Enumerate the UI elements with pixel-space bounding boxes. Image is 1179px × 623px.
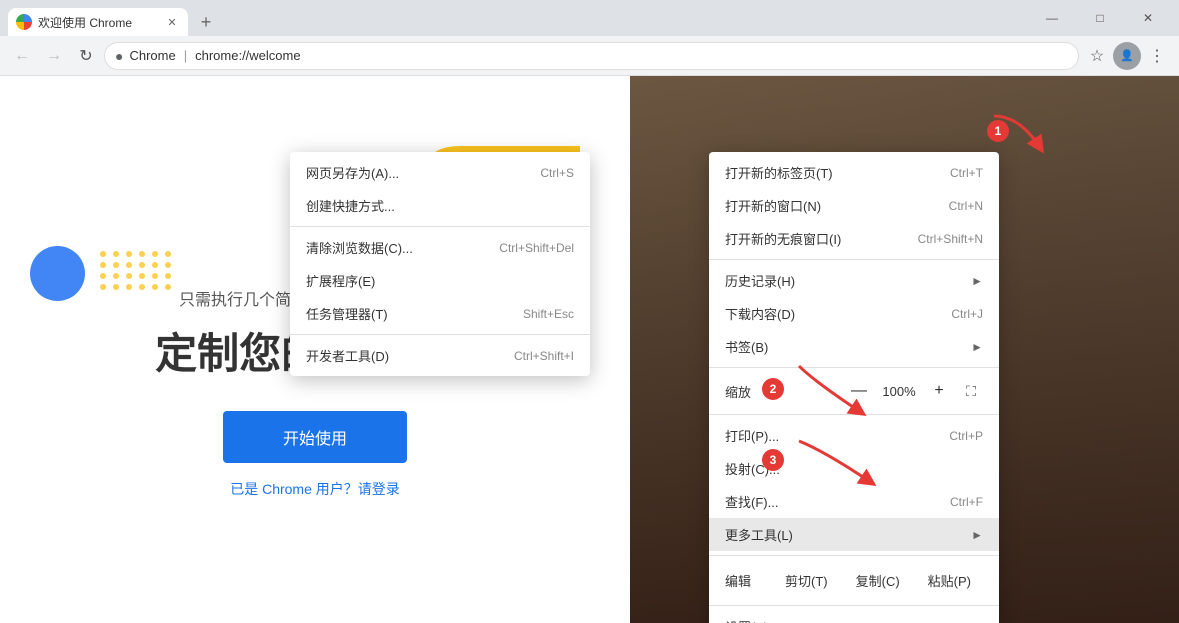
menu-item-zoom: 缩放 — 100% + ⛶ bbox=[709, 372, 999, 410]
menu-item-incognito[interactable]: 打开新的无痕窗口(I) Ctrl+Shift+N bbox=[709, 222, 999, 255]
menu-item-edit: 编辑 剪切(T) 复制(C) 粘贴(P) bbox=[709, 560, 999, 601]
cut-button[interactable]: 剪切(T) bbox=[773, 567, 840, 594]
zoom-plus-button[interactable]: + bbox=[927, 379, 951, 403]
new-tab-button[interactable]: + bbox=[192, 8, 220, 36]
address-bar[interactable]: ● Chrome | chrome://welcome bbox=[104, 42, 1079, 70]
toolbar-actions: ☆ 👤 ⋮ bbox=[1083, 42, 1171, 70]
menu-divider-5 bbox=[709, 605, 999, 606]
submenu-item-clear-data[interactable]: 清除浏览数据(C)... Ctrl+Shift+Del bbox=[290, 231, 590, 264]
maximize-button[interactable]: □ bbox=[1077, 0, 1123, 36]
page-content: 只需执行几个简单的步骤，即可完成浏 定制您的专属 Ch 开始使用 已是 Chro… bbox=[0, 76, 1179, 623]
submenu-item-extensions[interactable]: 扩展程序(E) bbox=[290, 264, 590, 297]
profile-button[interactable]: 👤 bbox=[1113, 42, 1141, 70]
annotation-badge-1: 1 bbox=[987, 120, 1009, 142]
close-button[interactable]: ✕ bbox=[1125, 0, 1171, 36]
annotation-badge-2: 2 bbox=[762, 378, 784, 400]
refresh-button[interactable]: ↻ bbox=[72, 42, 100, 70]
address-url: chrome://welcome bbox=[195, 48, 300, 63]
back-button[interactable]: ← bbox=[8, 42, 36, 70]
more-tools-arrow: ► bbox=[971, 528, 983, 542]
start-button[interactable]: 开始使用 bbox=[223, 411, 407, 463]
menu-item-new-window[interactable]: 打开新的窗口(N) Ctrl+N bbox=[709, 189, 999, 222]
menu-item-more-tools[interactable]: 更多工具(L) ► bbox=[709, 518, 999, 551]
menu-item-new-tab[interactable]: 打开新的标签页(T) Ctrl+T bbox=[709, 156, 999, 189]
tab-favicon bbox=[16, 14, 32, 30]
paste-button[interactable]: 粘贴(P) bbox=[916, 567, 983, 594]
tab-title: 欢迎使用 Chrome bbox=[38, 14, 158, 31]
browser-frame: 欢迎使用 Chrome ✕ + — □ ✕ ← → ↻ ● Chrome | c… bbox=[0, 0, 1179, 623]
menu-button[interactable]: ⋮ bbox=[1143, 42, 1171, 70]
tab-bar: 欢迎使用 Chrome ✕ + bbox=[8, 0, 1029, 36]
zoom-expand-button[interactable]: ⛶ bbox=[959, 379, 983, 403]
menu-divider-1 bbox=[709, 259, 999, 260]
zoom-minus-button[interactable]: — bbox=[847, 379, 871, 403]
submenu-item-task-manager[interactable]: 任务管理器(T) Shift+Esc bbox=[290, 297, 590, 330]
secure-icon: ● bbox=[115, 48, 123, 64]
menu-item-print[interactable]: 打印(P)... Ctrl+P bbox=[709, 419, 999, 452]
menu-item-cast[interactable]: 投射(C)... bbox=[709, 452, 999, 485]
zoom-control: — 100% + ⛶ bbox=[847, 379, 983, 403]
minimize-button[interactable]: — bbox=[1029, 0, 1075, 36]
submenu-divider-2 bbox=[290, 334, 590, 335]
menu-divider-3 bbox=[709, 414, 999, 415]
bookmark-button[interactable]: ☆ bbox=[1083, 42, 1111, 70]
menu-item-settings[interactable]: 设置(S) bbox=[709, 610, 999, 623]
menu-item-find[interactable]: 查找(F)... Ctrl+F bbox=[709, 485, 999, 518]
menu-item-history[interactable]: 历史记录(H) ► bbox=[709, 264, 999, 297]
title-bar: 欢迎使用 Chrome ✕ + — □ ✕ bbox=[0, 0, 1179, 36]
submenu-item-devtools[interactable]: 开发者工具(D) Ctrl+Shift+I bbox=[290, 339, 590, 372]
submenu-divider-1 bbox=[290, 226, 590, 227]
active-tab[interactable]: 欢迎使用 Chrome ✕ bbox=[8, 8, 188, 36]
dots-grid bbox=[100, 251, 173, 290]
zoom-label: 缩放 bbox=[725, 382, 751, 401]
blue-circle bbox=[30, 246, 85, 301]
bookmarks-arrow: ► bbox=[971, 340, 983, 354]
address-separator: | bbox=[184, 48, 187, 63]
window-controls: — □ ✕ bbox=[1029, 0, 1171, 36]
more-tools-submenu: 网页另存为(A)... Ctrl+S 创建快捷方式... 清除浏览数据(C)..… bbox=[290, 152, 590, 376]
login-link[interactable]: 已是 Chrome 用户？请登录 bbox=[230, 479, 400, 499]
menu-divider-4 bbox=[709, 555, 999, 556]
edit-label: 编辑 bbox=[725, 571, 751, 590]
tab-close-button[interactable]: ✕ bbox=[164, 14, 180, 30]
submenu-item-save-page[interactable]: 网页另存为(A)... Ctrl+S bbox=[290, 156, 590, 189]
zoom-value: 100% bbox=[879, 384, 919, 399]
history-arrow: ► bbox=[971, 274, 983, 288]
menu-divider-2 bbox=[709, 367, 999, 368]
address-domain: Chrome bbox=[129, 48, 175, 63]
submenu-item-shortcut[interactable]: 创建快捷方式... bbox=[290, 189, 590, 222]
forward-button[interactable]: → bbox=[40, 42, 68, 70]
main-menu: 打开新的标签页(T) Ctrl+T 打开新的窗口(N) Ctrl+N 打开新的无… bbox=[709, 152, 999, 623]
menu-item-bookmarks[interactable]: 书签(B) ► bbox=[709, 330, 999, 363]
menu-item-downloads[interactable]: 下载内容(D) Ctrl+J bbox=[709, 297, 999, 330]
annotation-badge-3: 3 bbox=[762, 449, 784, 471]
edit-actions: 剪切(T) 复制(C) 粘贴(P) bbox=[773, 567, 983, 594]
copy-button[interactable]: 复制(C) bbox=[844, 567, 912, 594]
navigation-bar: ← → ↻ ● Chrome | chrome://welcome ☆ 👤 ⋮ bbox=[0, 36, 1179, 76]
